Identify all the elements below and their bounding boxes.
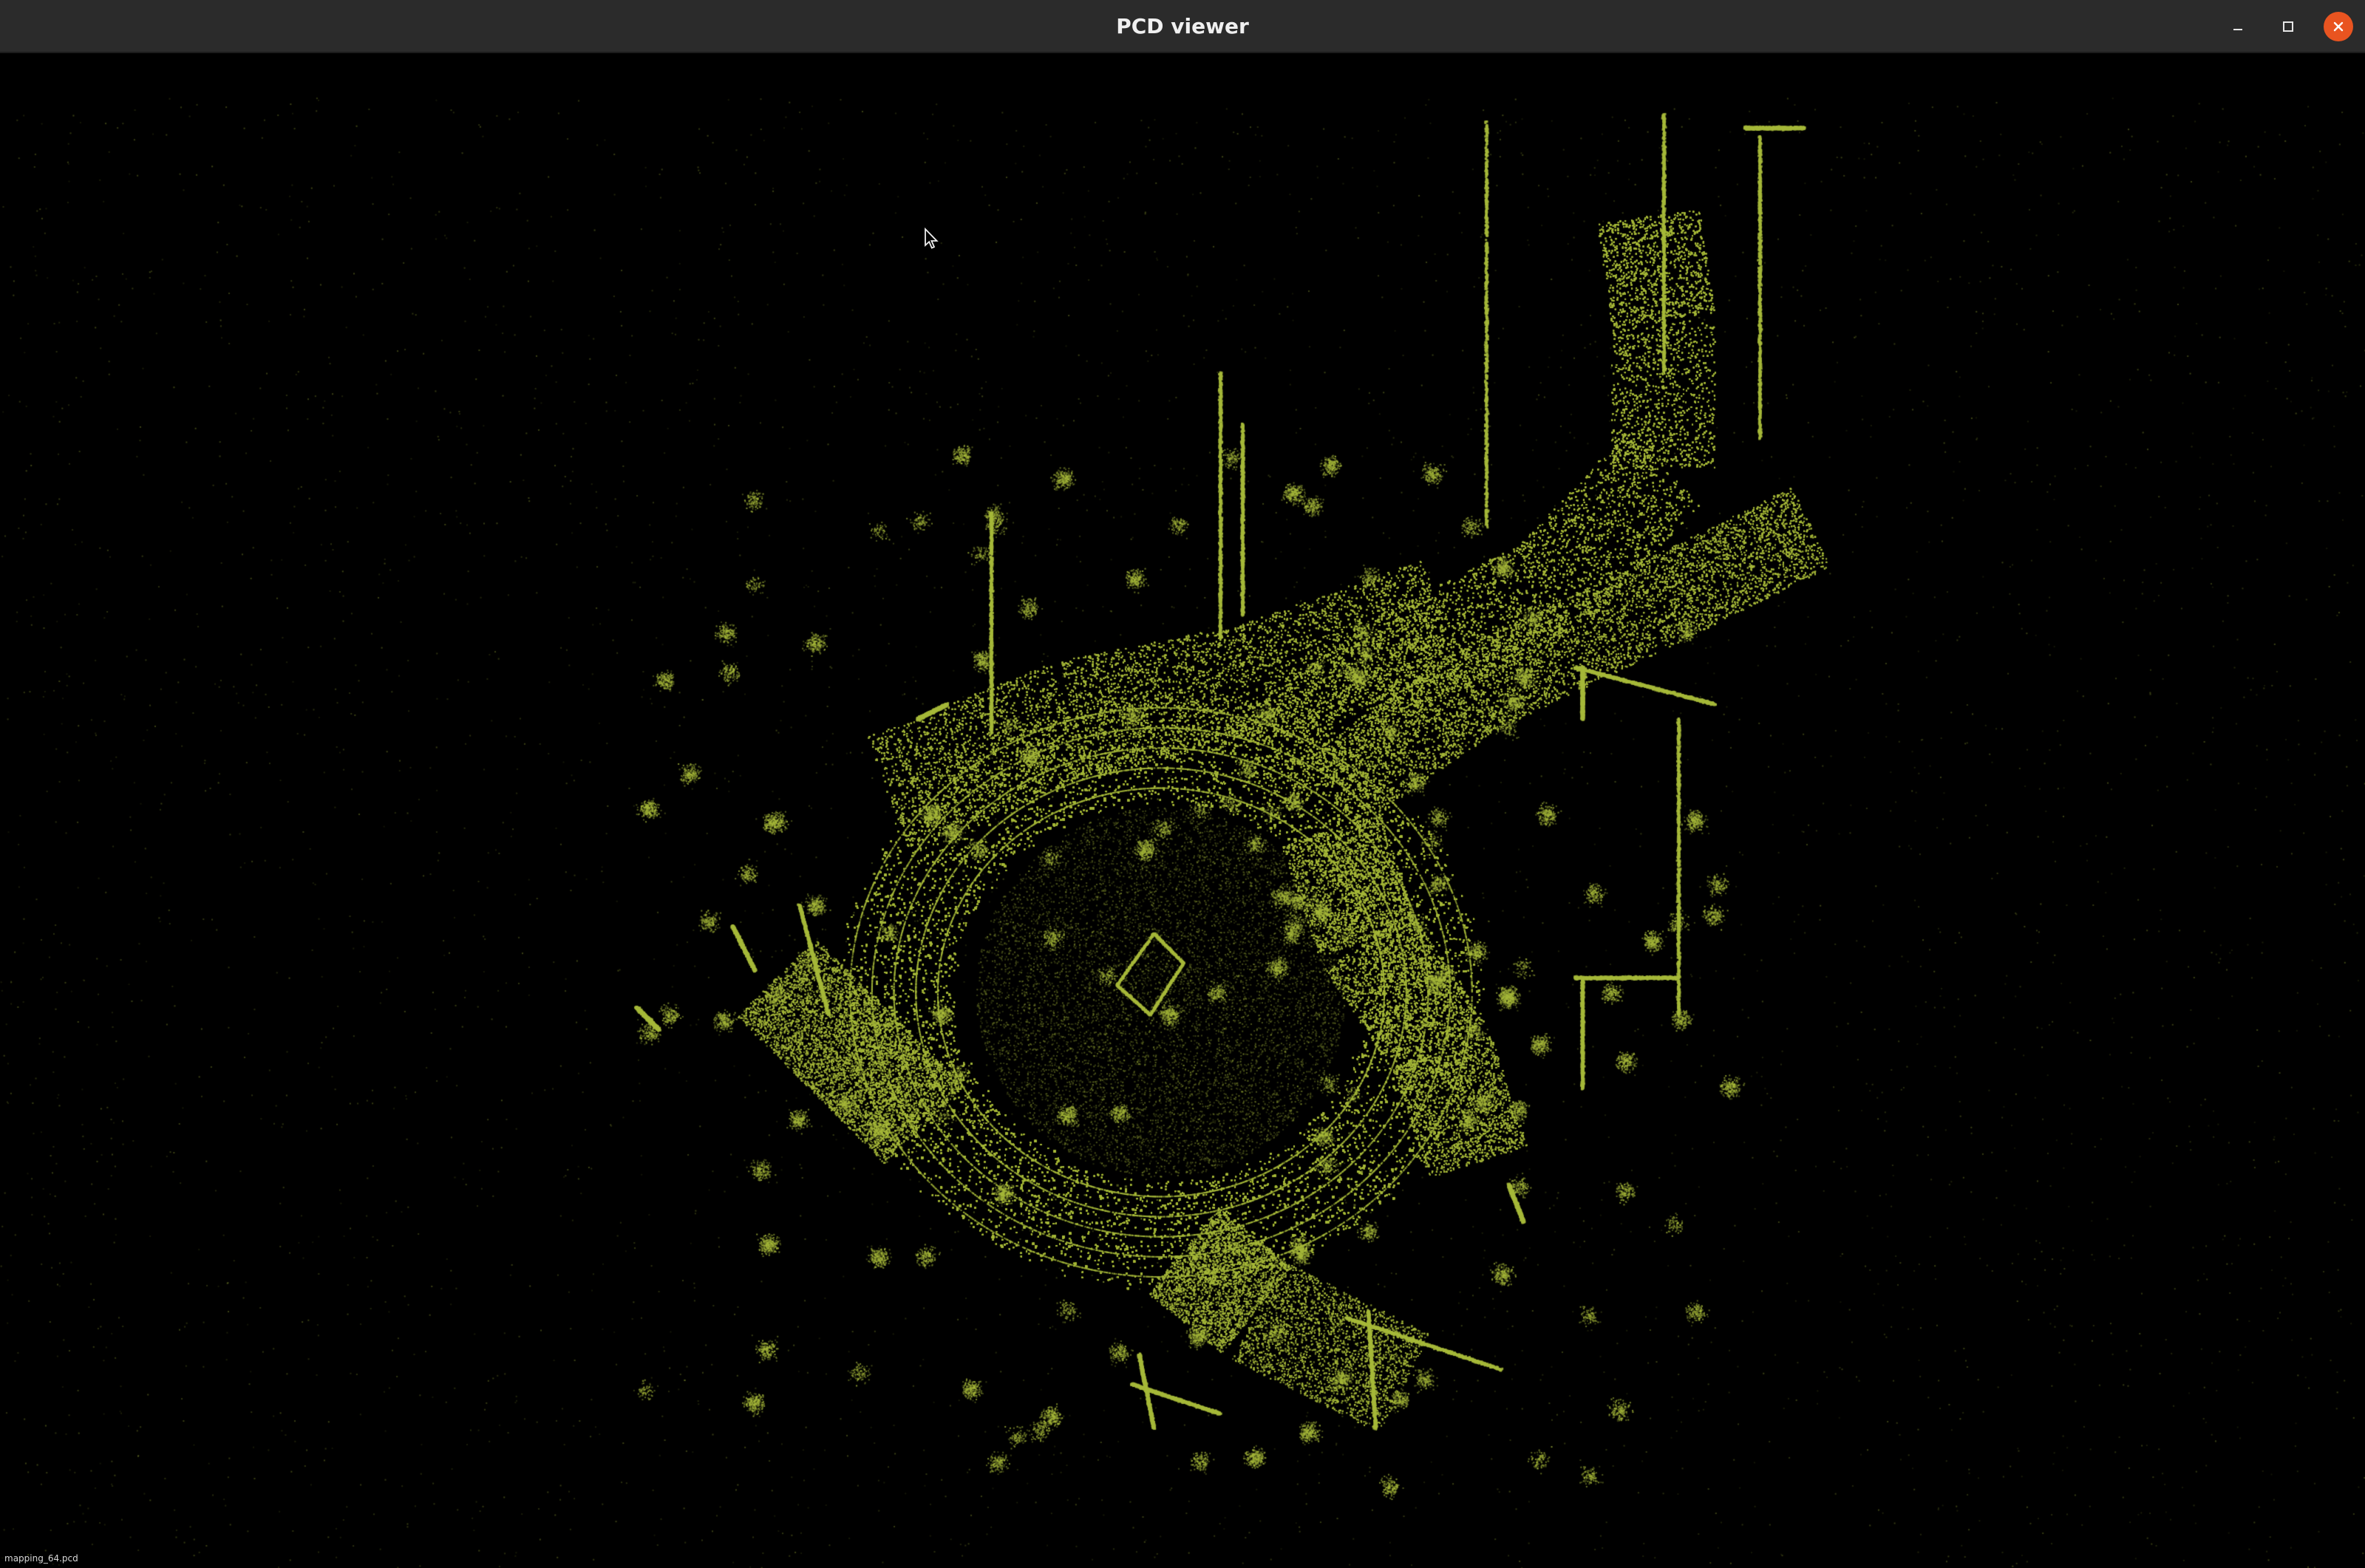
maximize-icon (2283, 21, 2293, 32)
window-titlebar[interactable]: PCD viewer (0, 0, 2365, 53)
close-button[interactable] (2324, 12, 2353, 41)
minimize-icon (2233, 29, 2242, 30)
point-cloud-canvas[interactable] (0, 53, 2365, 1568)
pcd-viewer-window: PCD viewer mapping_64.pcd (0, 0, 2365, 1568)
window-title: PCD viewer (1116, 14, 1249, 38)
viewer-status-text: mapping_64.pcd (4, 1553, 78, 1564)
minimize-button[interactable] (2223, 12, 2253, 41)
maximize-button[interactable] (2273, 12, 2303, 41)
close-icon (2333, 21, 2344, 32)
mouse-pointer-icon (925, 228, 939, 249)
point-cloud-viewport[interactable]: mapping_64.pcd (0, 53, 2365, 1568)
